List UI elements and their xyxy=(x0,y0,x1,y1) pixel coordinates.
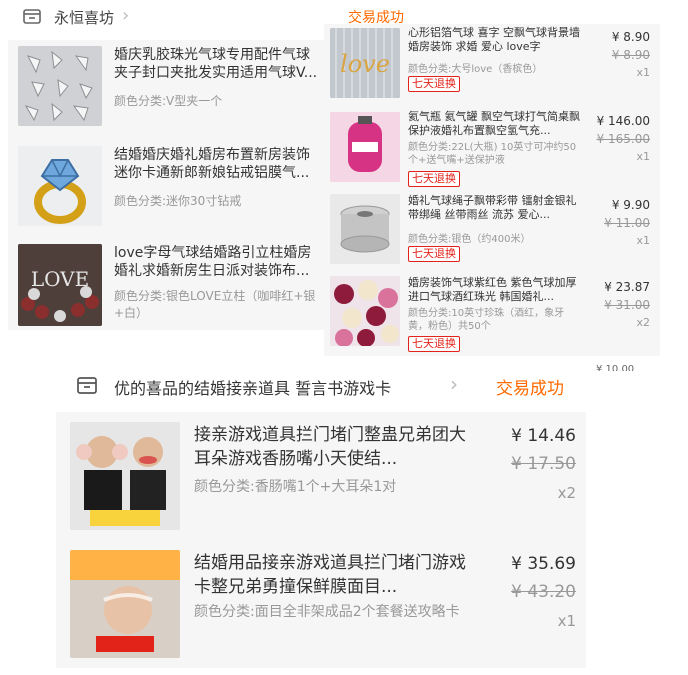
list-item[interactable]: 接亲游戏道具拦门堵门整蛊兄弟团大耳朵游戏香肠嘴小天使结... 颜色分类:香肠嘴1… xyxy=(56,412,586,540)
product-thumbnail xyxy=(18,46,102,126)
clipped-price: ¥ 10.00 xyxy=(596,364,635,371)
svg-text:love: love xyxy=(340,50,390,78)
shop-name: 永恒喜坊 xyxy=(54,9,115,27)
product-title[interactable]: 接亲游戏道具拦门堵门整蛊兄弟团大耳朵游戏香肠嘴小天使结... xyxy=(194,424,466,472)
item-price: ¥ 9.90 xyxy=(611,198,650,212)
shop-a-header[interactable]: 永恒喜坊 › xyxy=(0,0,330,36)
item-price: ¥ 8.90 xyxy=(611,30,650,44)
product-variant: 颜色分类:香肠嘴1个+大耳朵1对 xyxy=(194,479,397,495)
list-item[interactable]: 婚庆乳胶珠光气球专用配件气球夹子封口夹批发实用适用气球V... 颜色分类:V型夹… xyxy=(8,40,326,132)
product-variant: 颜色分类:银色LOVE立柱（咖啡红+银+白） xyxy=(114,289,316,320)
product-thumbnail: love xyxy=(330,28,400,98)
svg-text:LOVE: LOVE xyxy=(31,267,89,291)
list-item[interactable]: LOVE love字母气球结婚路引立柱婚房婚礼求婚新房生日派对装饰布... 颜色… xyxy=(8,240,326,330)
item-quantity: x1 xyxy=(636,234,650,247)
product-title[interactable]: 心形铝箔气球 喜字 空飘气球背景墙婚房装饰 求婚 爱心 love字 xyxy=(408,26,580,60)
original-price: ¥ 165.00 xyxy=(596,132,650,146)
product-thumbnail xyxy=(70,550,180,658)
product-title[interactable]: 氦气瓶 氦气罐 飘空气球打气简桌飘保护液婚礼布置飘空氢气充... xyxy=(408,110,580,140)
product-title[interactable]: 婚房装饰气球紫红色 紫色气球加厚进口气球酒红珠光 韩国婚礼... xyxy=(408,276,580,306)
product-thumbnail xyxy=(330,194,400,264)
item-price: ¥ 146.00 xyxy=(596,114,650,128)
list-item[interactable]: 结婚用品接亲游戏道具拦门堵门游戏卡整兄弟勇撞保鲜膜面目... 颜色分类:面目全非… xyxy=(56,540,586,668)
item-quantity: x1 xyxy=(557,612,576,630)
product-variant: 颜色分类:V型夹一个 xyxy=(114,94,223,108)
original-price: ¥ 17.50 xyxy=(511,454,576,474)
chevron-right-icon: › xyxy=(122,5,130,26)
product-thumbnail xyxy=(330,112,400,182)
shop-b-list: love 心形铝箔气球 喜字 空飘气球背景墙婚房装饰 求婚 爱心 love字 颜… xyxy=(324,24,660,356)
refund-badge: 七天退换 xyxy=(408,171,460,187)
shop-a-list: 婚庆乳胶珠光气球专用配件气球夹子封口夹批发实用适用气球V... 颜色分类:V型夹… xyxy=(8,40,326,330)
list-item[interactable]: 结婚婚庆婚礼婚房布置新房装饰迷你卡通新郎新娘钻戒铝膜气... 颜色分类:迷你30… xyxy=(8,140,326,232)
product-title[interactable]: 婚礼气球绳子飘带彩带 镭射金银礼带绑绳 丝带雨丝 流苏 爱心... xyxy=(408,194,580,228)
item-quantity: x2 xyxy=(557,484,576,502)
list-item[interactable]: 氦气瓶 氦气罐 飘空气球打气简桌飘保护液婚礼布置飘空氢气充... 颜色分类:22… xyxy=(324,108,660,190)
original-price: ¥ 8.90 xyxy=(611,48,650,62)
chevron-right-icon: › xyxy=(450,372,458,396)
original-price: ¥ 11.00 xyxy=(604,216,650,230)
refund-badge: 七天退换 xyxy=(408,76,460,92)
product-thumbnail: LOVE xyxy=(18,244,102,326)
item-quantity: x1 xyxy=(636,150,650,163)
shop-c-list: 接亲游戏道具拦门堵门整蛊兄弟团大耳朵游戏香肠嘴小天使结... 颜色分类:香肠嘴1… xyxy=(56,412,586,668)
list-item[interactable]: 婚礼气球绳子飘带彩带 镭射金银礼带绑绳 丝带雨丝 流苏 爱心... 颜色分类:银… xyxy=(324,192,660,272)
product-title[interactable]: love字母气球结婚路引立柱婚房婚礼求婚新房生日派对装饰布... xyxy=(114,244,320,286)
original-price: ¥ 31.00 xyxy=(604,298,650,312)
product-title[interactable]: 结婚用品接亲游戏道具拦门堵门游戏卡整兄弟勇撞保鲜膜面目... xyxy=(194,552,466,600)
product-variant: 颜色分类:银色（约400米） xyxy=(408,234,531,245)
product-title[interactable]: 婚庆乳胶珠光气球专用配件气球夹子封口夹批发实用适用气球V... xyxy=(114,46,320,88)
product-variant: 颜色分类:22L(大瓶) 10英寸可冲约50个+送气嘴+送保护液 xyxy=(408,142,577,166)
item-quantity: x2 xyxy=(636,316,650,329)
shop-name: 优的喜品的结婚接亲道具 誓言书游戏卡 xyxy=(114,379,392,398)
item-price: ¥ 23.87 xyxy=(604,280,650,294)
item-price: ¥ 35.69 xyxy=(511,554,576,574)
order-status: 交易成功 xyxy=(496,379,564,399)
product-variant: 颜色分类:迷你30寸钻戒 xyxy=(114,194,242,208)
product-thumbnail xyxy=(18,146,102,226)
item-quantity: x1 xyxy=(636,66,650,79)
product-variant: 颜色分类:大号love（香槟色） xyxy=(408,64,543,75)
item-price: ¥ 14.46 xyxy=(511,426,576,446)
list-item[interactable]: love 心形铝箔气球 喜字 空飘气球背景墙婚房装饰 求婚 爱心 love字 颜… xyxy=(324,24,660,106)
store-icon xyxy=(77,377,97,394)
product-title[interactable]: 结婚婚庆婚礼婚房布置新房装饰迷你卡通新郎新娘钻戒铝膜气... xyxy=(114,146,320,188)
original-price: ¥ 43.20 xyxy=(511,582,576,602)
refund-badge: 七天退换 xyxy=(408,246,460,262)
shop-c-header[interactable]: 优的喜品的结婚接亲道具 誓言书游戏卡 › 交易成功 xyxy=(56,368,586,402)
product-thumbnail xyxy=(70,422,180,530)
store-icon xyxy=(23,9,41,24)
product-variant: 颜色分类:10英寸珍珠（酒红，象牙黄，粉色）共50个 xyxy=(408,308,565,332)
product-thumbnail xyxy=(330,276,400,346)
refund-badge: 七天退换 xyxy=(408,336,460,352)
list-item[interactable]: 婚房装饰气球紫红色 紫色气球加厚进口气球酒红珠光 韩国婚礼... 颜色分类:10… xyxy=(324,274,660,356)
product-variant: 颜色分类:面目全非架成品2个套餐送攻略卡 xyxy=(194,604,460,620)
